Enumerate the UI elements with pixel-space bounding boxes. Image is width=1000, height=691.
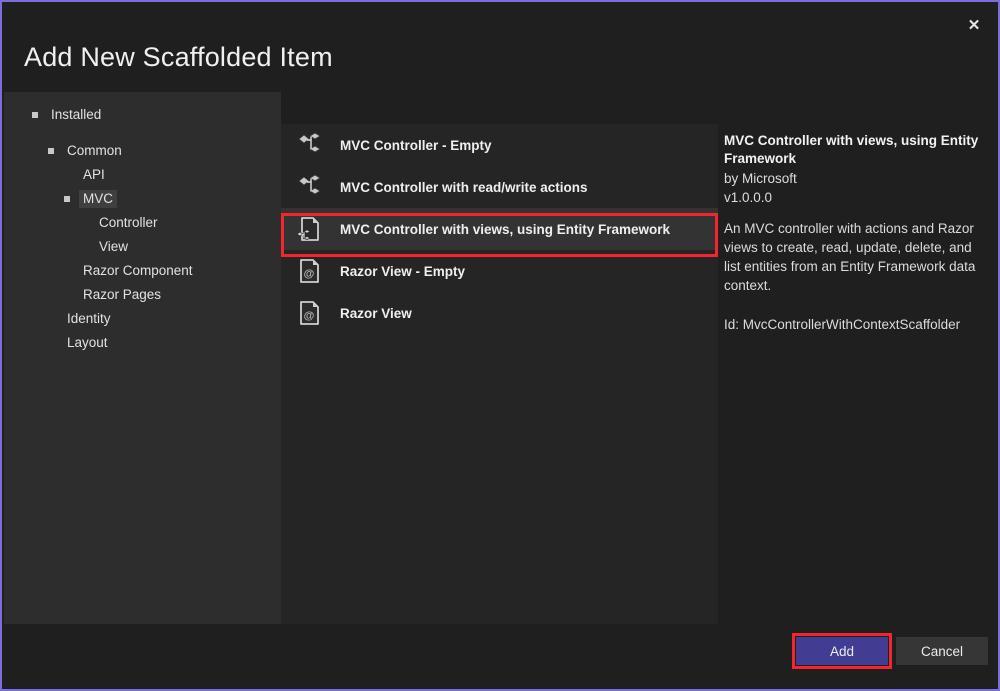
detail-id: Id: MvcControllerWithContextScaffolder xyxy=(724,315,982,334)
detail-description: An MVC controller with actions and Razor… xyxy=(724,219,982,295)
tree-item-layout[interactable]: Layout xyxy=(4,331,281,355)
chevron-placeholder-icon xyxy=(78,240,92,254)
tree-item-api[interactable]: API xyxy=(4,163,281,187)
list-item[interactable]: MVC Controller with read/write actions xyxy=(281,166,718,208)
detail-version: v1.0.0.0 xyxy=(724,188,982,207)
tree-item-label: Razor Component xyxy=(79,262,197,280)
razor-document-icon: @ xyxy=(296,258,322,284)
template-details-panel: MVC Controller with views, using Entity … xyxy=(724,132,982,334)
list-item-label: Razor View - Empty xyxy=(340,264,465,279)
list-item[interactable]: @ Razor View xyxy=(281,292,718,334)
scaffold-category-tree[interactable]: Installed Common API MVC Controller View… xyxy=(4,92,281,628)
tree-item-label: Identity xyxy=(63,310,115,328)
document-controller-node-icon xyxy=(296,216,322,242)
chevron-placeholder-icon xyxy=(62,168,76,182)
chevron-placeholder-icon xyxy=(62,264,76,278)
cancel-button[interactable]: Cancel xyxy=(896,637,988,665)
chevron-expanded-icon xyxy=(30,108,44,122)
tree-item-mvc[interactable]: MVC xyxy=(4,187,281,211)
list-item[interactable]: MVC Controller - Empty xyxy=(281,124,718,166)
tree-item-label: API xyxy=(79,166,109,184)
scaffold-template-list[interactable]: MVC Controller - Empty MVC Controller wi… xyxy=(281,124,718,627)
tree-item-view[interactable]: View xyxy=(4,235,281,259)
list-item-label: MVC Controller with read/write actions xyxy=(340,180,588,195)
chevron-placeholder-icon xyxy=(62,288,76,302)
tree-item-label: View xyxy=(95,238,132,256)
dialog-footer: Add Cancel xyxy=(4,624,996,687)
dialog-titlebar: Add New Scaffolded Item ✕ xyxy=(4,4,1000,92)
tree-item-label: Installed xyxy=(47,106,105,124)
tree-item-razor-pages[interactable]: Razor Pages xyxy=(4,283,281,307)
chevron-placeholder-icon xyxy=(46,336,60,350)
close-icon[interactable]: ✕ xyxy=(956,10,992,40)
tree-item-common[interactable]: Common xyxy=(4,139,281,163)
detail-author: by Microsoft xyxy=(724,169,982,188)
tree-spacer xyxy=(4,127,281,139)
tree-item-controller[interactable]: Controller xyxy=(4,211,281,235)
svg-text:@: @ xyxy=(304,268,315,280)
tree-item-label: Razor Pages xyxy=(79,286,165,304)
tree-item-label: MVC xyxy=(79,190,117,208)
chevron-placeholder-icon xyxy=(46,312,60,326)
add-button[interactable]: Add xyxy=(796,637,888,665)
tree-item-installed[interactable]: Installed xyxy=(4,103,281,127)
tree-item-label: Common xyxy=(63,142,126,160)
list-item-label: MVC Controller - Empty xyxy=(340,138,492,153)
tree-item-label: Controller xyxy=(95,214,162,232)
page-title: Add New Scaffolded Item xyxy=(24,42,333,73)
controller-node-icon xyxy=(296,174,322,200)
chevron-expanded-icon xyxy=(46,144,60,158)
tree-item-identity[interactable]: Identity xyxy=(4,307,281,331)
list-item[interactable]: @ Razor View - Empty xyxy=(281,250,718,292)
controller-node-icon xyxy=(296,132,322,158)
tree-item-label: Layout xyxy=(63,334,112,352)
list-item[interactable]: MVC Controller with views, using Entity … xyxy=(281,208,718,250)
chevron-placeholder-icon xyxy=(78,216,92,230)
razor-document-icon: @ xyxy=(296,300,322,326)
svg-text:@: @ xyxy=(304,310,315,322)
list-item-label: Razor View xyxy=(340,306,412,321)
add-new-scaffolded-item-dialog: Add New Scaffolded Item ✕ Installed Comm… xyxy=(0,0,1000,691)
list-item-label: MVC Controller with views, using Entity … xyxy=(340,222,670,237)
tree-item-razor-component[interactable]: Razor Component xyxy=(4,259,281,283)
detail-title: MVC Controller with views, using Entity … xyxy=(724,132,982,168)
chevron-expanded-icon xyxy=(62,192,76,206)
